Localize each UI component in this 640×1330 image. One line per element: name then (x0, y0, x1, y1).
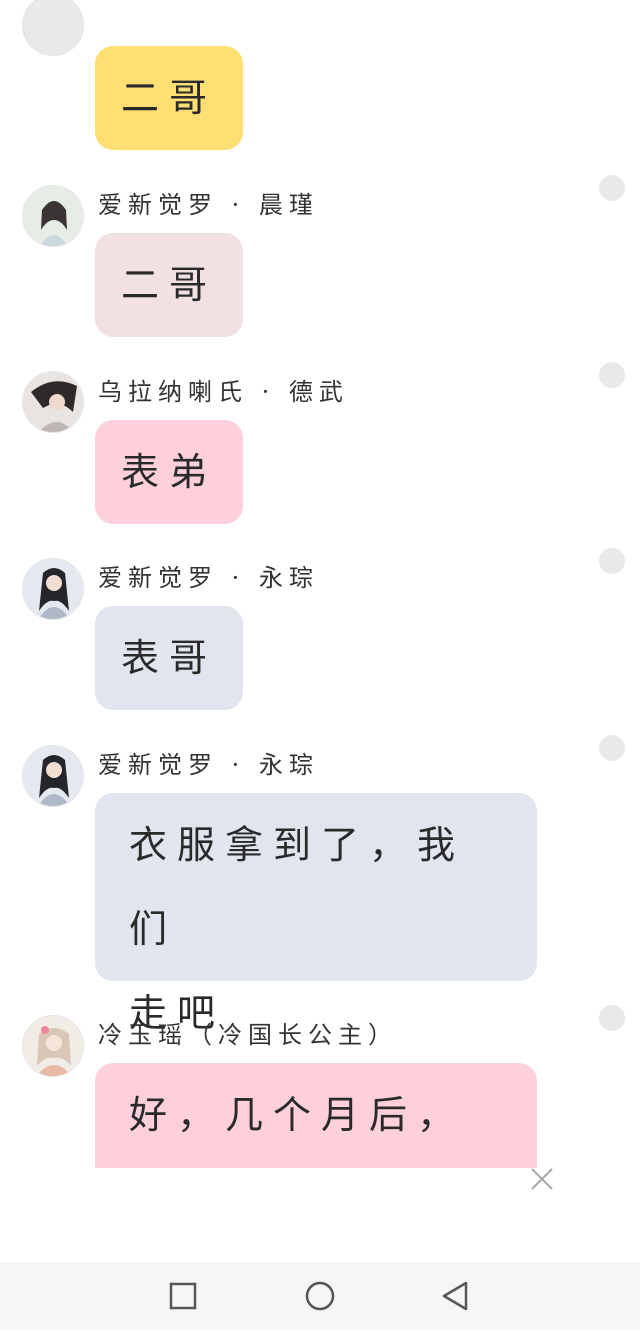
avatar[interactable] (22, 0, 84, 56)
anime-avatar-icon (23, 0, 83, 55)
anime-avatar-icon (23, 186, 83, 246)
back-icon[interactable] (436, 1276, 476, 1316)
message-text-line: 衣服拿到了，我们 (129, 823, 466, 951)
sender-name: 爱新觉罗 · 永琮 (98, 564, 319, 592)
message-bubble[interactable]: 二哥 (95, 46, 243, 150)
sender-name: 爱新觉罗 · 永琮 (98, 751, 319, 779)
recent-apps-icon[interactable] (163, 1276, 203, 1316)
avatar[interactable] (22, 185, 84, 247)
avatar[interactable] (22, 1015, 84, 1077)
sender-name: 冷玉瑶（冷国长公主） (98, 1021, 398, 1049)
status-dot[interactable] (599, 175, 625, 201)
navigation-bar (0, 1262, 640, 1330)
message-bubble[interactable]: 好，几个月后，再 (95, 1063, 537, 1168)
sender-name: 乌拉纳喇氏 · 德武 (98, 378, 349, 406)
chat-list[interactable]: 二哥 爱新觉罗 · 晨瑾 二哥 乌拉纳喇氏 · 德武 表弟 爱新觉罗 · 永琮 … (0, 0, 640, 1168)
anime-avatar-icon (23, 1016, 83, 1076)
message-bubble[interactable]: 衣服拿到了，我们 走吧 (95, 793, 537, 1035)
home-icon[interactable] (300, 1276, 340, 1316)
avatar[interactable] (22, 558, 84, 620)
status-dot[interactable] (599, 735, 625, 761)
avatar[interactable] (22, 745, 84, 807)
sender-name: 爱新觉罗 · 晨瑾 (98, 191, 319, 219)
anime-avatar-icon (23, 746, 83, 806)
message-bubble[interactable]: 二哥 (95, 233, 243, 337)
message-bubble[interactable]: 表弟 (95, 420, 243, 524)
status-dot[interactable] (599, 362, 625, 388)
anime-avatar-icon (23, 372, 83, 432)
status-dot[interactable] (599, 1005, 625, 1031)
status-dot[interactable] (599, 548, 625, 574)
anime-avatar-icon (23, 559, 83, 619)
message-text: 表哥 (120, 636, 217, 680)
message-text-line: 好，几个月后，再 (129, 1093, 466, 1137)
avatar[interactable] (22, 371, 84, 433)
message-text: 表弟 (120, 450, 217, 494)
message-bubble[interactable]: 表哥 (95, 606, 243, 710)
message-text: 二哥 (120, 263, 217, 307)
message-text: 二哥 (120, 76, 217, 120)
close-icon[interactable] (528, 1165, 556, 1193)
